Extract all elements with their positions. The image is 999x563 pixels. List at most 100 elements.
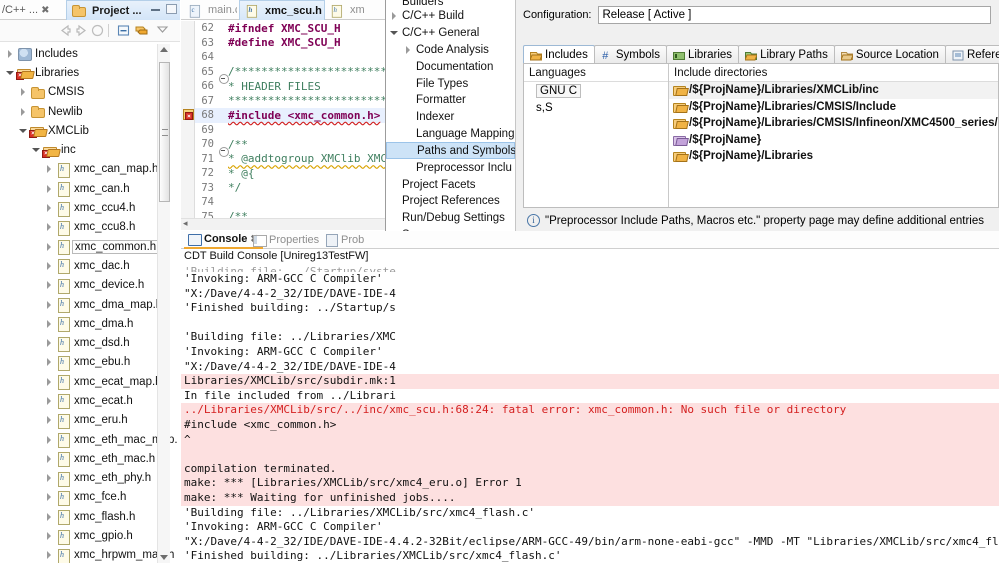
tree-item[interactable]: xmc_dsd.h bbox=[0, 333, 180, 352]
chevron-right-icon[interactable] bbox=[6, 49, 15, 58]
chevron-right-icon[interactable] bbox=[45, 454, 54, 463]
properties-tree-item[interactable]: Preprocessor Inclu bbox=[386, 159, 515, 176]
code-line[interactable]: 62 #ifndef XMC_SCU_H bbox=[195, 21, 385, 36]
code-line[interactable]: 70 /** bbox=[195, 137, 385, 157]
chevron-right-icon[interactable] bbox=[45, 493, 54, 502]
chevron-right-icon[interactable] bbox=[45, 377, 54, 386]
chevron-right-icon[interactable] bbox=[45, 242, 54, 251]
include-directory-item[interactable]: /${ProjName}/Libraries/XMCLib/inc bbox=[669, 82, 998, 99]
code-line[interactable]: 67 *************************** bbox=[195, 94, 385, 109]
editor-marker-ruler[interactable]: × bbox=[181, 21, 195, 218]
include-directories-list[interactable]: /${ProjName}/Libraries/XMCLib/inc /${Proj… bbox=[669, 82, 998, 165]
properties-tree-item[interactable]: Project References bbox=[386, 193, 515, 210]
chevron-right-icon[interactable] bbox=[45, 532, 54, 541]
chevron-right-icon[interactable] bbox=[45, 512, 54, 521]
tree-item[interactable]: xmc_dma_map.h bbox=[0, 295, 180, 314]
chevron-right-icon[interactable] bbox=[45, 300, 54, 309]
code-line[interactable]: 73 */ bbox=[195, 181, 385, 196]
explorer-vertical-scrollbar[interactable] bbox=[157, 44, 170, 563]
chevron-right-icon[interactable] bbox=[45, 396, 54, 405]
tree-item[interactable]: xmc_dac.h bbox=[0, 256, 180, 275]
tree-item[interactable]: xmc_eth_mac.h bbox=[0, 449, 180, 468]
chevron-right-icon[interactable] bbox=[45, 223, 54, 232]
back-icon[interactable] bbox=[58, 23, 73, 38]
tree-item[interactable]: xmc_can.h bbox=[0, 179, 180, 198]
properties-tree-item[interactable]: Code Analysis bbox=[386, 42, 515, 59]
include-directory-item[interactable]: /${ProjName}/Libraries bbox=[669, 148, 998, 165]
tab-cpp-perspective[interactable]: /C++ ... ✖ bbox=[0, 0, 62, 20]
project-tree[interactable]: Includes Libraries CMSIS Newlib XMCLib inc xmc… bbox=[0, 44, 180, 563]
chevron-right-icon[interactable] bbox=[45, 551, 54, 560]
tree-item[interactable]: xmc_fce.h bbox=[0, 488, 180, 507]
include-directory-item[interactable]: /${ProjName} bbox=[669, 132, 998, 149]
paths-tab[interactable]: # Symbols bbox=[593, 45, 667, 64]
tree-item[interactable]: xmc_eru.h bbox=[0, 411, 180, 430]
scroll-up-icon[interactable] bbox=[160, 47, 168, 52]
properties-tree-item[interactable]: Run/Debug Settings bbox=[386, 210, 515, 227]
code-line[interactable]: 68 #include <xmc_common.h> bbox=[195, 108, 385, 123]
chevron-right-icon[interactable] bbox=[19, 107, 28, 116]
forward-icon[interactable] bbox=[74, 23, 89, 38]
properties-tree-item[interactable]: Project Facets bbox=[386, 176, 515, 193]
chevron-right-icon[interactable] bbox=[45, 339, 54, 348]
tree-item[interactable]: inc bbox=[0, 140, 180, 159]
properties-tree-item[interactable]: Formatter bbox=[386, 92, 515, 109]
home-icon[interactable] bbox=[90, 23, 105, 38]
link-with-editor-icon[interactable] bbox=[134, 23, 149, 38]
chevron-right-icon[interactable] bbox=[45, 204, 54, 213]
chevron-down-icon[interactable] bbox=[390, 29, 399, 38]
tree-item[interactable]: xmc_ecat.h bbox=[0, 391, 180, 410]
code-line[interactable]: 75 /** bbox=[195, 210, 385, 218]
chevron-right-icon[interactable] bbox=[45, 474, 54, 483]
view-menu-icon[interactable] bbox=[156, 23, 169, 36]
tree-item[interactable]: xmc_can_map.h bbox=[0, 160, 180, 179]
tree-item[interactable]: xmc_eth_phy.h bbox=[0, 469, 180, 488]
tree-item[interactable]: Newlib bbox=[0, 102, 180, 121]
code-line[interactable]: 63 #define XMC_SCU_H bbox=[195, 36, 385, 51]
console-tab[interactable]: Properties bbox=[249, 231, 323, 249]
properties-tree-item[interactable]: Language Mapping bbox=[386, 126, 515, 143]
languages-list[interactable]: GNU C s,S bbox=[524, 82, 668, 116]
properties-tree-item[interactable]: Paths and Symbols bbox=[386, 142, 515, 160]
language-item[interactable]: GNU C bbox=[524, 82, 668, 99]
tree-item[interactable]: xmc_dma.h bbox=[0, 314, 180, 333]
properties-tree-item[interactable]: Documentation bbox=[386, 58, 515, 75]
tree-item[interactable]: xmc_common.h bbox=[0, 237, 180, 256]
include-directory-item[interactable]: /${ProjName}/Libraries/CMSIS/Include bbox=[669, 99, 998, 116]
tree-item[interactable]: xmc_ccu8.h bbox=[0, 218, 180, 237]
tree-item[interactable]: xmc_ebu.h bbox=[0, 353, 180, 372]
chevron-right-icon[interactable] bbox=[45, 358, 54, 367]
chevron-right-icon[interactable] bbox=[45, 319, 54, 328]
close-icon[interactable]: ✖ bbox=[41, 5, 49, 16]
code-line[interactable]: 69 bbox=[195, 123, 385, 138]
chevron-right-icon[interactable] bbox=[45, 165, 54, 174]
tree-item[interactable]: xmc_ecat_map.h bbox=[0, 372, 180, 391]
scroll-down-icon[interactable] bbox=[160, 555, 168, 560]
chevron-right-icon[interactable] bbox=[19, 88, 28, 97]
tree-item[interactable]: xmc_device.h bbox=[0, 276, 180, 295]
chevron-right-icon[interactable] bbox=[45, 184, 54, 193]
code-line[interactable]: 65 /*************************** bbox=[195, 65, 385, 85]
tree-item[interactable]: Libraries bbox=[0, 63, 180, 82]
tree-item[interactable]: xmc_eth_mac_map. bbox=[0, 430, 180, 449]
collapse-all-icon[interactable] bbox=[116, 23, 131, 38]
editor-body[interactable]: × 62 #ifndef XMC_SCU_H 63 #define XMC_SCU_H… bbox=[181, 21, 385, 218]
editor-horizontal-scrollbar[interactable] bbox=[181, 218, 385, 230]
code-line[interactable]: 64 bbox=[195, 50, 385, 65]
chevron-down-icon[interactable] bbox=[6, 68, 15, 77]
configuration-combo[interactable]: Release [ Active ] bbox=[597, 6, 991, 24]
editor-tab[interactable]: xm bbox=[325, 0, 385, 20]
chevron-right-icon[interactable] bbox=[45, 416, 54, 425]
scrollbar-thumb[interactable] bbox=[159, 62, 170, 202]
properties-tree-item[interactable]: C/C++ Build bbox=[386, 8, 515, 25]
properties-tree-item[interactable]: Builders bbox=[386, 0, 515, 8]
minimize-icon[interactable] bbox=[151, 4, 160, 11]
code-line[interactable]: 72 * @{ bbox=[195, 166, 385, 181]
paths-tab[interactable]: Includes bbox=[523, 45, 595, 64]
editor-tab[interactable]: main.c bbox=[183, 0, 237, 20]
tree-item[interactable]: xmc_flash.h bbox=[0, 507, 180, 526]
editor-tab[interactable]: xmc_scu.h✖ bbox=[239, 0, 325, 20]
properties-tree-item[interactable]: Indexer bbox=[386, 109, 515, 126]
console-tab[interactable]: Prob bbox=[321, 231, 368, 249]
include-directory-item[interactable]: /${ProjName}/Libraries/CMSIS/Infineon/XM… bbox=[669, 115, 998, 132]
